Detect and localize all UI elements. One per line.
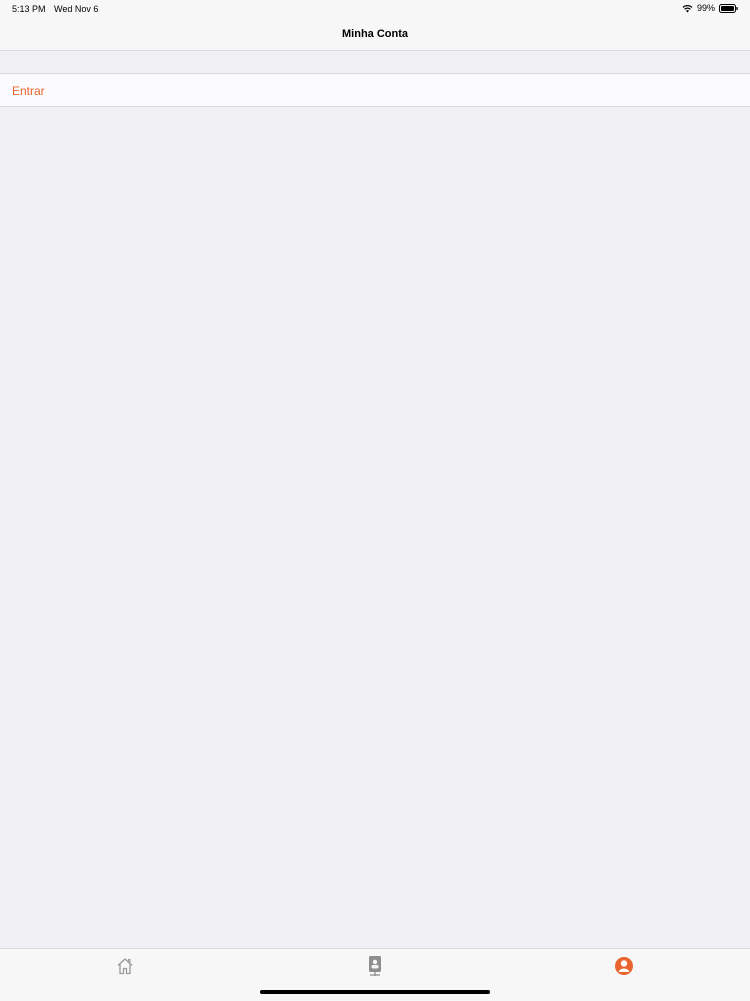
- tab-device[interactable]: [361, 955, 389, 981]
- navigation-bar: Minha Conta: [0, 18, 750, 51]
- status-date: Wed Nov 6: [54, 4, 99, 14]
- battery-icon: [719, 3, 738, 13]
- tab-home[interactable]: [111, 955, 139, 981]
- home-icon: [116, 957, 134, 980]
- home-indicator[interactable]: [260, 990, 490, 994]
- login-row[interactable]: Entrar: [0, 73, 750, 107]
- device-icon: [367, 955, 383, 982]
- page-title: Minha Conta: [342, 28, 408, 40]
- login-button-label: Entrar: [12, 84, 45, 98]
- status-bar: 5:13 PM Wed Nov 6 99%: [0, 0, 750, 18]
- account-icon: [614, 956, 634, 981]
- wifi-icon: [682, 4, 693, 13]
- status-indicators: 99%: [682, 3, 738, 13]
- tab-account[interactable]: [610, 955, 638, 981]
- status-time: 5:13 PM: [12, 4, 46, 14]
- battery-percentage: 99%: [696, 3, 715, 13]
